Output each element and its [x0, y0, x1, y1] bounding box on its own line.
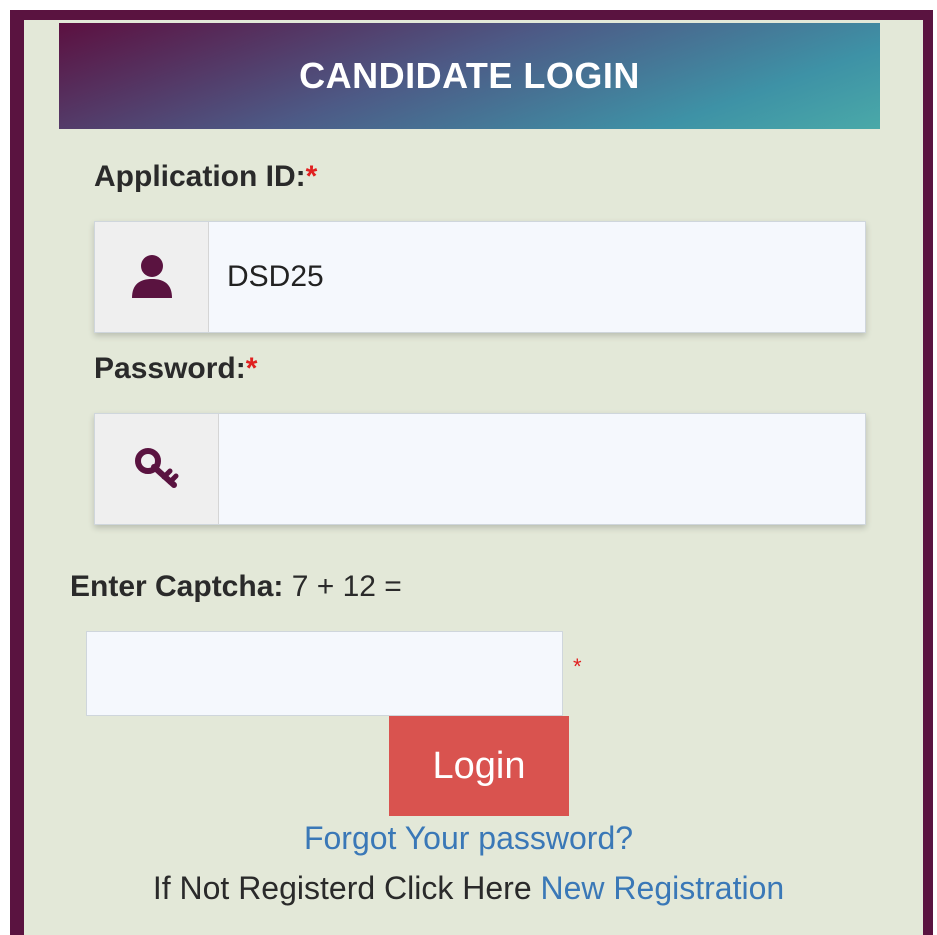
required-mark: *	[305, 160, 318, 193]
application-id-input[interactable]	[209, 222, 865, 332]
captcha-required-mark: *	[573, 654, 582, 679]
key-icon	[95, 414, 219, 524]
forgot-password-link[interactable]: Forgot Your password?	[0, 820, 937, 857]
captcha-question: 7 + 12 =	[283, 570, 402, 603]
application-id-label: Application ID:*	[94, 160, 318, 193]
login-button[interactable]: Login	[389, 716, 569, 816]
captcha-input[interactable]	[86, 631, 563, 716]
password-group	[94, 413, 866, 525]
register-line: If Not Registerd Click Here New Registra…	[0, 870, 937, 907]
captcha-label: Enter Captcha: 7 + 12 =	[70, 570, 402, 603]
new-registration-link[interactable]: New Registration	[541, 870, 785, 906]
password-label: Password:*	[94, 352, 258, 385]
application-id-group	[94, 221, 866, 333]
login-header: CANDIDATE LOGIN	[59, 23, 880, 129]
required-mark: *	[245, 352, 258, 385]
register-prefix: If Not Registerd Click Here	[152, 870, 541, 906]
password-input[interactable]	[219, 414, 865, 524]
user-icon	[95, 222, 209, 332]
header-title: CANDIDATE LOGIN	[299, 55, 640, 96]
